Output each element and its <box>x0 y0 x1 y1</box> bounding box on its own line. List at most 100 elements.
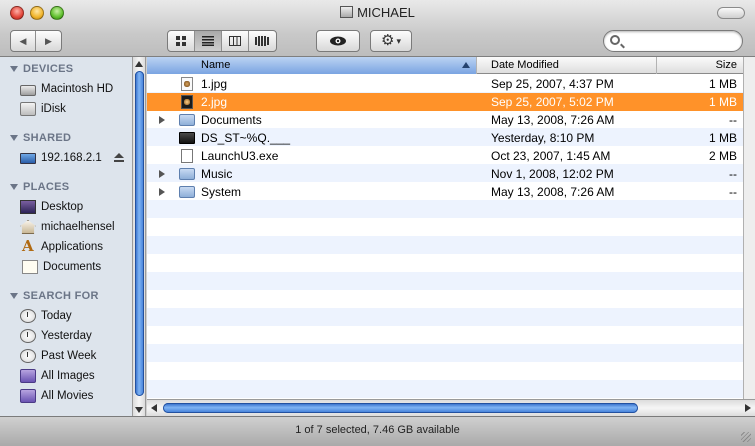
disclosure-triangle-icon[interactable] <box>159 188 165 196</box>
scroll-right-arrow-icon[interactable] <box>745 404 751 412</box>
eye-icon <box>330 36 346 46</box>
file-list: Name Date Modified Size 1.jpg Sep 25, 200… <box>147 57 743 399</box>
file-size: -- <box>729 167 737 181</box>
window-title: MICHAEL <box>0 5 755 20</box>
file-row[interactable]: Documents May 13, 2008, 7:26 AM -- <box>147 111 743 129</box>
horizontal-scrollbar[interactable] <box>147 399 755 416</box>
section-header-label: SEARCH FOR <box>23 290 99 302</box>
section-header-label: DEVICES <box>23 63 74 75</box>
scroll-down-arrow-icon[interactable] <box>135 407 143 413</box>
sidebar-item-desktop[interactable]: Desktop <box>0 197 132 217</box>
action-menu-button[interactable]: ⚙ ▾ <box>370 30 412 52</box>
file-date-modified: Sep 25, 2007, 4:37 PM <box>491 77 614 91</box>
sidebar-item-label: Applications <box>41 241 104 253</box>
sidebar-item-idisk[interactable]: iDisk <box>0 99 132 119</box>
sidebar-item-home[interactable]: michaelhensel <box>0 217 132 237</box>
back-button[interactable]: ◀ <box>11 31 37 51</box>
file-date-modified: May 13, 2008, 7:26 AM <box>491 113 615 127</box>
clock-icon <box>20 329 36 343</box>
sidebar: DEVICES Macintosh HD iDisk SHARED 192.16… <box>0 57 133 417</box>
file-size: -- <box>729 185 737 199</box>
applications-icon <box>20 237 36 255</box>
sidebar-item-past-week[interactable]: Past Week <box>0 346 132 366</box>
black-file-icon <box>179 132 195 144</box>
sidebar-item-label: michaelhensel <box>41 221 115 233</box>
window-title-text: MICHAEL <box>357 5 415 20</box>
quick-look-button[interactable] <box>316 30 360 52</box>
disclosure-triangle-icon[interactable] <box>159 170 165 178</box>
sidebar-item-all-movies[interactable]: All Movies <box>0 386 132 406</box>
file-row[interactable]: 2.jpg Sep 25, 2007, 5:02 PM 1 MB <box>147 93 743 111</box>
sidebar-item-label: Today <box>41 310 72 322</box>
file-date-modified: Sep 25, 2007, 5:02 PM <box>491 95 614 109</box>
column-view-button[interactable] <box>222 31 249 51</box>
documents-icon <box>22 260 38 274</box>
section-header-label: SHARED <box>23 132 72 144</box>
disclosure-triangle-icon[interactable] <box>159 116 165 124</box>
scroll-left-arrow-icon[interactable] <box>151 404 157 412</box>
file-name: System <box>201 185 242 199</box>
sidebar-section-search-for[interactable]: SEARCH FOR <box>0 286 132 306</box>
disclosure-triangle-icon <box>10 293 18 299</box>
horizontal-scroll-thumb[interactable] <box>163 403 638 413</box>
file-name: DS_ST~%Q.___ <box>201 131 291 145</box>
sidebar-item-all-images[interactable]: All Images <box>0 366 132 386</box>
sidebar-item-today[interactable]: Today <box>0 306 132 326</box>
folder-icon <box>179 186 195 198</box>
forward-button[interactable]: ▶ <box>36 31 61 51</box>
scroll-up-arrow-icon[interactable] <box>135 61 143 67</box>
back-arrow-icon: ◀ <box>19 35 27 46</box>
sidebar-item-server[interactable]: 192.168.2.1 <box>0 148 132 168</box>
sidebar-scroll-thumb[interactable] <box>135 71 144 396</box>
drive-icon <box>340 6 354 18</box>
clock-icon <box>20 349 36 363</box>
sidebar-item-label: Macintosh HD <box>41 83 114 95</box>
back-forward-control: ◀ ▶ <box>10 30 62 52</box>
sidebar-item-label: 192.168.2.1 <box>41 152 102 164</box>
jpg-file-icon <box>181 77 193 91</box>
search-input[interactable] <box>626 33 736 49</box>
file-date-modified: Nov 1, 2008, 12:02 PM <box>491 167 614 181</box>
folder-icon <box>179 168 195 180</box>
column-header-name[interactable]: Name <box>147 57 477 74</box>
home-icon <box>20 220 36 234</box>
icon-view-icon <box>176 36 186 46</box>
column-header-label: Size <box>715 59 737 71</box>
column-header-size[interactable]: Size <box>657 57 743 74</box>
file-row[interactable]: Music Nov 1, 2008, 12:02 PM -- <box>147 165 743 183</box>
idisk-icon <box>20 102 36 116</box>
list-vertical-scroll-track[interactable] <box>743 57 755 399</box>
file-size: 1 MB <box>708 95 737 109</box>
column-header-date-modified[interactable]: Date Modified <box>477 57 657 74</box>
clock-icon <box>20 309 36 323</box>
eject-icon[interactable] <box>114 153 124 163</box>
sidebar-item-macintosh-hd[interactable]: Macintosh HD <box>0 79 132 99</box>
sidebar-item-documents[interactable]: Documents <box>0 257 132 277</box>
file-row[interactable]: System May 13, 2008, 7:26 AM -- <box>147 183 743 201</box>
file-row[interactable]: 1.jpg Sep 25, 2007, 4:37 PM 1 MB <box>147 75 743 93</box>
file-size: 2 MB <box>708 149 737 163</box>
sidebar-section-devices[interactable]: DEVICES <box>0 59 132 79</box>
coverflow-view-button[interactable] <box>249 31 276 51</box>
file-row[interactable]: LaunchU3.exe Oct 23, 2007, 1:45 AM 2 MB <box>147 147 743 165</box>
search-field[interactable] <box>603 30 743 52</box>
file-date-modified: May 13, 2008, 7:26 AM <box>491 185 615 199</box>
file-size: -- <box>729 113 737 127</box>
sidebar-item-yesterday[interactable]: Yesterday <box>0 326 132 346</box>
sidebar-item-label: All Movies <box>41 390 94 402</box>
column-header-label: Date Modified <box>491 59 559 71</box>
sidebar-section-places[interactable]: PLACES <box>0 177 132 197</box>
toolbar-toggle-button[interactable] <box>717 7 745 19</box>
list-view-button[interactable] <box>195 31 222 51</box>
resize-grip-icon[interactable] <box>741 432 751 442</box>
file-size: 1 MB <box>708 131 737 145</box>
monitor-icon <box>20 152 36 164</box>
file-name: LaunchU3.exe <box>201 149 279 163</box>
sidebar-section-shared[interactable]: SHARED <box>0 128 132 148</box>
sidebar-scrollbar[interactable] <box>133 57 146 417</box>
smart-folder-icon <box>20 369 36 383</box>
chevron-down-icon: ▾ <box>396 35 401 46</box>
file-row[interactable]: DS_ST~%Q.___ Yesterday, 8:10 PM 1 MB <box>147 129 743 147</box>
sidebar-item-applications[interactable]: Applications <box>0 237 132 257</box>
icon-view-button[interactable] <box>168 31 195 51</box>
